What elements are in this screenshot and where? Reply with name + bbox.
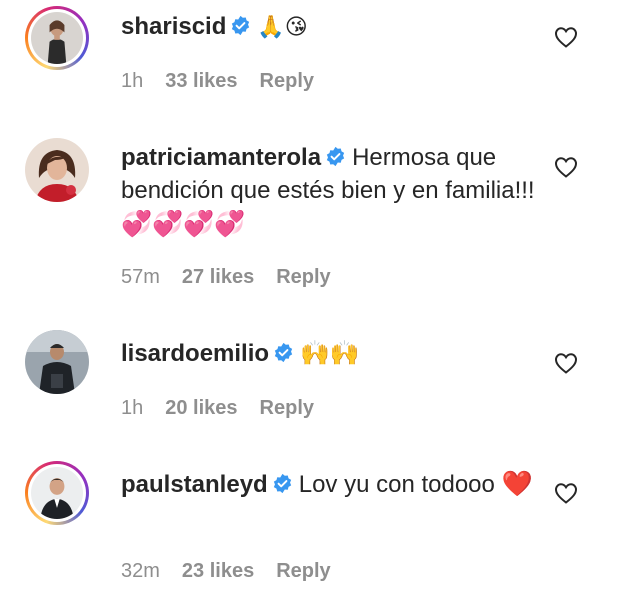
- comment-username[interactable]: lisardoemilio: [121, 340, 269, 367]
- comment-emojis: 🙏😘: [257, 15, 308, 40]
- avatar[interactable]: [25, 6, 89, 70]
- reply-button[interactable]: Reply: [276, 266, 330, 288]
- heart-outline-icon[interactable]: [554, 352, 578, 374]
- heart-outline-icon[interactable]: [554, 26, 578, 48]
- comment-likes[interactable]: 27 likes: [182, 266, 254, 288]
- comment-likes[interactable]: 33 likes: [165, 70, 237, 92]
- comment-text: Lov yu con todooo: [298, 471, 495, 498]
- comment-emojis: 💞💞💞💞: [121, 209, 246, 238]
- comment-meta: 1h 20 likes Reply: [121, 397, 336, 420]
- avatar[interactable]: [25, 138, 89, 202]
- comment-emojis: ❤️: [501, 469, 533, 498]
- heart-outline-icon[interactable]: [554, 482, 578, 504]
- comment-meta: 57m 27 likes Reply: [121, 266, 353, 289]
- reply-button[interactable]: Reply: [276, 560, 330, 582]
- comment-time: 1h: [121, 70, 144, 92]
- comment-likes[interactable]: 23 likes: [182, 560, 254, 582]
- comment-time: 32m: [121, 560, 160, 582]
- comment-meta: 1h 33 likes Reply: [121, 70, 336, 93]
- avatar[interactable]: [25, 330, 89, 394]
- comment-username[interactable]: paulstanleyd: [121, 471, 268, 498]
- comment-likes[interactable]: 20 likes: [165, 397, 237, 419]
- verified-badge-icon: [230, 15, 251, 36]
- verified-badge-icon: [325, 146, 346, 167]
- comment-time: 57m: [121, 266, 160, 288]
- comment-username[interactable]: patriciamanterola: [121, 144, 321, 171]
- avatar[interactable]: [25, 461, 89, 525]
- comment-emojis: 🙌🙌: [300, 339, 360, 367]
- reply-button[interactable]: Reply: [260, 397, 314, 419]
- verified-badge-icon: [273, 342, 294, 363]
- comment-username[interactable]: shariscid: [121, 13, 226, 40]
- reply-button[interactable]: Reply: [260, 70, 314, 92]
- heart-outline-icon[interactable]: [554, 156, 578, 178]
- comment-time: 1h: [121, 397, 144, 419]
- comment-meta: 32m 23 likes Reply: [121, 560, 353, 583]
- verified-badge-icon: [272, 473, 293, 494]
